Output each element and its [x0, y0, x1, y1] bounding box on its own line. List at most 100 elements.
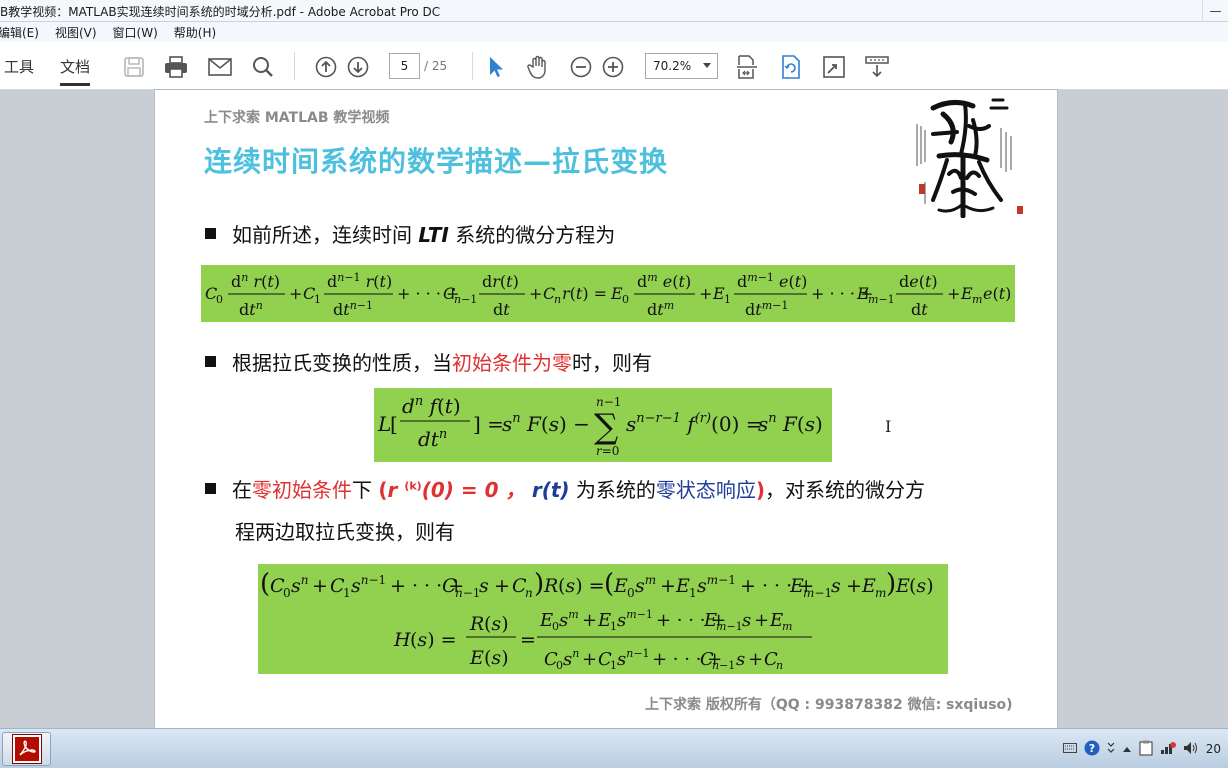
svg-text:m: m [782, 620, 792, 633]
svg-text:n−1: n−1 [712, 659, 735, 672]
clipboard-icon[interactable] [1139, 740, 1153, 759]
minimize-button[interactable]: — [1202, 0, 1228, 22]
svg-text:0: 0 [216, 293, 223, 306]
svg-text:] =: ] = [473, 412, 504, 436]
svg-text:dm−1 e(t): dm−1 e(t) [737, 271, 807, 291]
svg-text:s: s [736, 649, 745, 670]
svg-text:): ) [886, 569, 896, 599]
svg-text:m−1: m−1 [803, 586, 832, 600]
svg-text:[: [ [390, 412, 398, 436]
save-icon[interactable] [121, 54, 147, 80]
svg-text:?: ? [1089, 742, 1095, 755]
slide-title: 连续时间系统的数学描述—拉氏变换 [204, 145, 669, 178]
svg-text:+: + [699, 284, 712, 303]
menu-window[interactable]: 窗口(W) [113, 24, 158, 41]
bullet-text: 时，则有 [572, 351, 652, 375]
tab-tools[interactable]: 工具 [4, 56, 34, 77]
svg-text:0: 0 [627, 586, 635, 600]
bullet-text: ，对系统的微分方 [765, 478, 926, 502]
svg-text:0: 0 [556, 659, 563, 672]
bullet-text: 下 [352, 478, 379, 502]
equation-laplace-derivative: L[ dn f(t) dtn ] = sn F(s) − ∑ n−1 r=0 s… [374, 388, 832, 462]
highlight-zero-initial-condition: 零初始条件 [252, 478, 352, 502]
bullet-square-icon [205, 483, 216, 494]
svg-text:): ) [534, 569, 544, 599]
svg-text:1: 1 [343, 586, 351, 600]
bullet-text: 根据拉氏变换的性质，当 [232, 351, 452, 375]
svg-text:sm−1: sm−1 [697, 573, 736, 597]
svg-text:(: ( [604, 569, 614, 599]
svg-text:m: m [875, 586, 886, 600]
svg-text:dtm−1: dtm−1 [745, 299, 788, 319]
print-icon[interactable] [163, 54, 189, 80]
svg-text:0: 0 [622, 293, 629, 306]
clock[interactable]: 20 [1206, 742, 1221, 756]
page-total: / 25 [424, 59, 448, 73]
email-icon[interactable] [207, 54, 233, 80]
search-icon[interactable] [250, 54, 276, 80]
svg-text:m−1: m−1 [868, 293, 895, 306]
system-tray: ? 20 [1062, 738, 1228, 760]
help-icon[interactable]: ? [1084, 740, 1100, 759]
menu-view[interactable]: 视图(V) [55, 24, 97, 41]
bullet-square-icon [205, 356, 216, 367]
svg-text:dtn−1: dtn−1 [333, 299, 373, 319]
svg-text:dn r(t): dn r(t) [231, 271, 280, 291]
svg-text:n−1: n−1 [454, 293, 477, 306]
tab-document[interactable]: 文档 [60, 56, 91, 86]
svg-text:dtn: dtn [239, 299, 263, 319]
svg-text:H: H [393, 629, 411, 651]
condition-sup: (k) [404, 479, 422, 493]
svg-text:+: + [947, 284, 960, 303]
menu-edit[interactable]: 编辑(E) [0, 24, 39, 41]
svg-text:m−1: m−1 [716, 620, 743, 633]
chevron-down-icon[interactable] [1107, 741, 1115, 758]
menu-help[interactable]: 帮助(H) [174, 24, 216, 41]
svg-text:0: 0 [552, 620, 559, 633]
lti-label: LTI [418, 223, 449, 247]
svg-text:e(t): e(t) [983, 284, 1011, 303]
text-cursor-icon: I [885, 417, 892, 436]
taskbar-acrobat-button[interactable] [2, 732, 51, 766]
svg-text:sm: sm [559, 608, 579, 631]
svg-text:E: E [675, 575, 690, 597]
svg-text:m: m [972, 293, 982, 306]
svg-text:+: + [582, 610, 597, 631]
volume-icon[interactable] [1183, 741, 1199, 758]
svg-text:dr(t): dr(t) [482, 272, 519, 291]
svg-text:sm: sm [635, 573, 656, 597]
paren-close: ) [755, 478, 766, 502]
rt-label: r(t) [531, 478, 570, 502]
window-controls: — [1202, 0, 1228, 22]
condition-rest: (0) = 0 ， [421, 478, 526, 502]
previous-page-icon[interactable] [313, 54, 339, 80]
svg-text:+: + [529, 284, 542, 303]
equation-differential: C0 dn r(t) dtn + C1 dn−1 r(t) dtn−1 + · ·… [201, 265, 1015, 322]
page-number-input[interactable]: 5 [389, 53, 420, 79]
svg-text:sn−r−1 f(r)(0) =: sn−r−1 f(r)(0) = [626, 411, 763, 436]
bullet-text: 如前所述，连续时间 [232, 223, 419, 247]
svg-text:n−1: n−1 [596, 395, 621, 409]
svg-text:1: 1 [610, 620, 617, 633]
bullet-lti-ode: 如前所述，连续时间 LTI 系统的微分方程为 [205, 219, 615, 248]
bullet-zero-initial: 根据拉氏变换的性质，当初始条件为零时，则有 [205, 347, 652, 376]
document-viewport[interactable]: 上下求索 MATLAB 教学视频 连续时间系统的数学描述—拉氏变换 如前所述，连… [0, 90, 1228, 728]
svg-text:sn: sn [563, 647, 579, 670]
copyright-footer: 上下求索 版权所有（QQ : 993878382 微信: sxqiuso) [645, 697, 1013, 713]
zoom-value: 70.2% [653, 59, 692, 73]
keyboard-icon[interactable] [1062, 742, 1077, 756]
slide-subtitle: 上下求索 MATLAB 教学视频 [204, 110, 390, 126]
highlight-zero-initial: 初始条件为零 [452, 351, 572, 375]
svg-text:dtn: dtn [418, 427, 447, 451]
svg-text:+: + [494, 575, 510, 597]
svg-text:0: 0 [283, 586, 291, 600]
svg-text:de(t): de(t) [899, 272, 938, 291]
zoom-select[interactable]: 70.2% [645, 53, 718, 79]
calligraphy-seal-image [916, 98, 1023, 218]
svg-text:(s): (s) [484, 647, 509, 669]
show-hidden-icons-icon[interactable] [1122, 742, 1132, 756]
svg-text:n−1: n−1 [455, 586, 480, 600]
network-icon[interactable] [1160, 741, 1176, 758]
next-page-icon[interactable] [345, 54, 371, 80]
svg-text:(s): (s) [484, 613, 509, 635]
